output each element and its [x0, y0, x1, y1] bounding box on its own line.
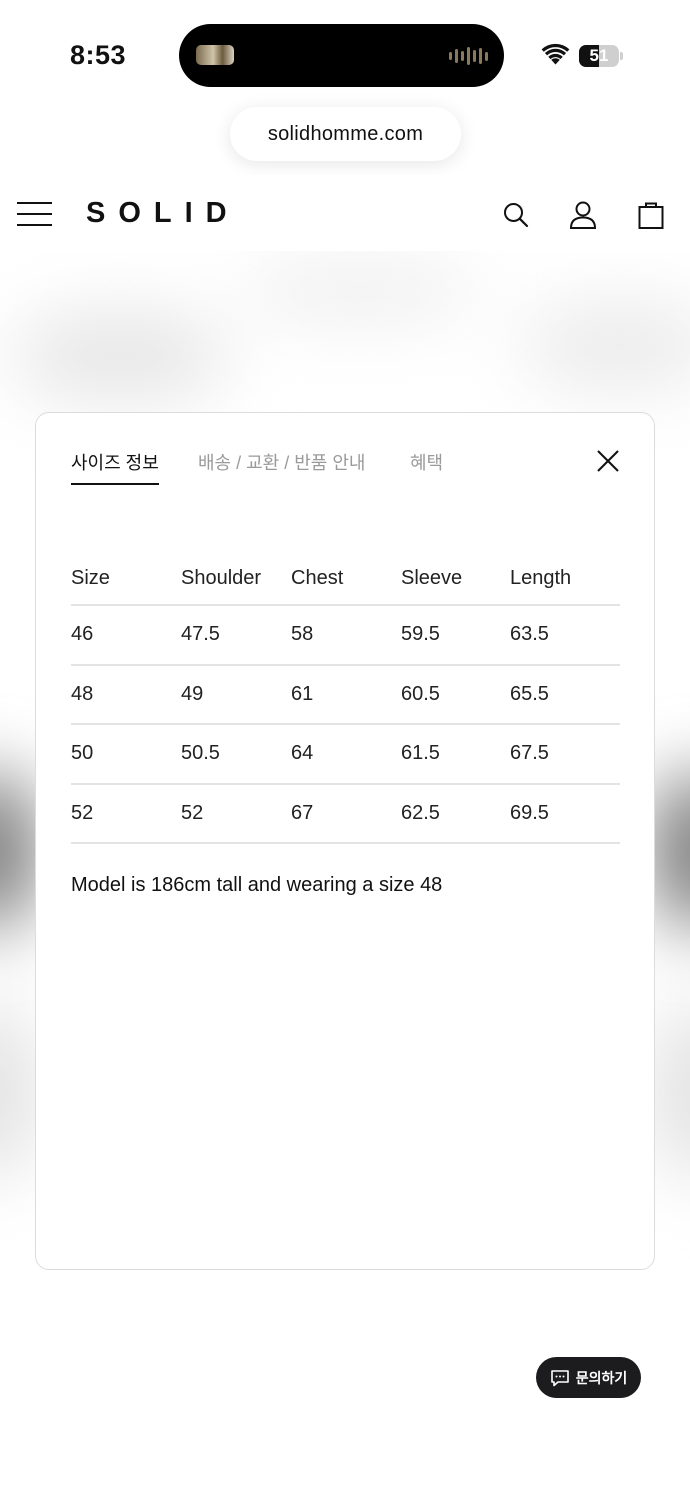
table-cell: 61.5	[401, 724, 510, 785]
status-bar: 8:53 51	[0, 0, 690, 110]
table-cell: 52	[181, 783, 291, 844]
table-cell: 61	[291, 664, 401, 725]
table-cell: 60.5	[401, 664, 510, 725]
wifi-icon	[541, 43, 570, 65]
address-bar[interactable]: solidhomme.com	[230, 107, 461, 161]
tab-size-info[interactable]: 사이즈 정보	[71, 449, 159, 485]
dynamic-island[interactable]	[179, 24, 504, 87]
search-icon[interactable]	[501, 200, 531, 230]
table-cell: 58	[291, 605, 401, 666]
size-chart-table: Size Shoulder Chest Sleeve Length 46 47.…	[71, 553, 620, 844]
close-icon[interactable]	[596, 449, 620, 473]
table-header-row: Size Shoulder Chest Sleeve Length	[71, 553, 620, 606]
table-row: 52 52 67 62.5 69.5	[71, 783, 620, 844]
battery-level: 51	[589, 46, 609, 65]
table-cell: 52	[71, 783, 181, 844]
table-cell: 47.5	[181, 605, 291, 666]
table-row: 48 49 61 60.5 65.5	[71, 664, 620, 725]
table-cell: 63.5	[510, 605, 620, 666]
column-header-sleeve: Sleeve	[401, 553, 510, 606]
table-cell: 62.5	[401, 783, 510, 844]
size-info-modal: 사이즈 정보 배송 / 교환 / 반품 안내 혜택 Size Shoulder …	[35, 412, 655, 1270]
brand-logo[interactable]: SOLID	[86, 197, 240, 230]
now-playing-artwork	[196, 45, 234, 65]
shopping-bag-icon[interactable]	[636, 200, 666, 230]
column-header-size: Size	[71, 553, 181, 606]
table-cell: 50.5	[181, 724, 291, 785]
battery-indicator: 51	[579, 45, 623, 67]
table-cell: 67.5	[510, 724, 620, 785]
account-icon[interactable]	[568, 200, 598, 230]
tab-shipping-returns[interactable]: 배송 / 교환 / 반품 안내	[198, 449, 366, 483]
column-header-length: Length	[510, 553, 620, 606]
table-cell: 59.5	[401, 605, 510, 666]
table-cell: 46	[71, 605, 181, 666]
column-header-shoulder: Shoulder	[181, 553, 291, 606]
table-cell: 50	[71, 724, 181, 785]
audio-waveform-icon	[449, 46, 488, 66]
table-cell: 48	[71, 664, 181, 725]
table-cell: 65.5	[510, 664, 620, 725]
table-row: 46 47.5 58 59.5 63.5	[71, 605, 620, 666]
menu-icon[interactable]	[17, 202, 52, 226]
table-cell: 69.5	[510, 783, 620, 844]
site-header: SOLID	[0, 175, 690, 251]
column-header-chest: Chest	[291, 553, 401, 606]
inquiry-button[interactable]: 문의하기	[536, 1357, 641, 1398]
table-cell: 64	[291, 724, 401, 785]
table-row: 50 50.5 64 61.5 67.5	[71, 724, 620, 785]
model-size-note: Model is 186cm tall and wearing a size 4…	[71, 874, 443, 896]
status-time: 8:53	[70, 40, 127, 70]
table-cell: 67	[291, 783, 401, 844]
table-cell: 49	[181, 664, 291, 725]
tab-benefits[interactable]: 혜택	[410, 449, 443, 483]
chat-bubble-icon	[550, 1369, 569, 1386]
inquiry-button-label: 문의하기	[575, 1369, 628, 1386]
